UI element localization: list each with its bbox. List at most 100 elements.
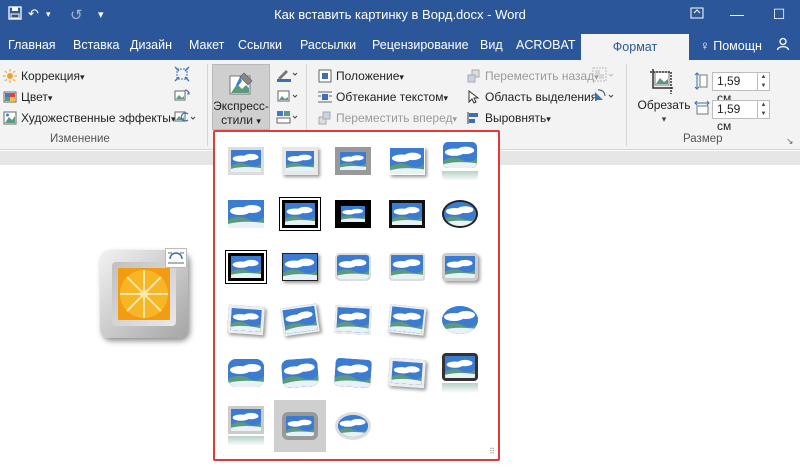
tab-format[interactable]: Формат xyxy=(581,34,689,60)
gallery-style-bevel-rectangle[interactable] xyxy=(434,294,486,346)
artistic-effects-icon xyxy=(3,111,17,125)
compress-pictures-icon[interactable] xyxy=(174,66,190,84)
lightbulb-icon: ♀ xyxy=(700,38,710,53)
gallery-style-drop-shadow-rectangle[interactable] xyxy=(381,135,433,187)
gallery-style-reflected-bevel-black[interactable] xyxy=(434,347,486,399)
bring-forward-label: Переместить вперед xyxy=(336,111,453,125)
tab-home[interactable]: Главная xyxy=(8,31,56,60)
gallery-style-rounded-diagonal-corner-white[interactable] xyxy=(327,241,379,293)
position-button[interactable]: Положение▾ xyxy=(318,67,404,85)
width-input[interactable]: 1,59 см xyxy=(712,100,758,133)
gallery-style-beveled-matte-white[interactable] xyxy=(274,135,326,187)
tab-design[interactable]: Дизайн xyxy=(130,31,172,60)
wrap-text-label: Обтекание текстом xyxy=(336,90,444,104)
group-objects-icon[interactable] xyxy=(592,67,616,85)
group-separator xyxy=(626,64,627,146)
gallery-style-center-shadow-rectangle[interactable] xyxy=(274,241,326,293)
style-thumbnail-icon xyxy=(387,304,426,336)
quick-styles-button[interactable]: Экспресс- стили ▾ xyxy=(212,64,270,130)
color-palette-icon xyxy=(3,90,17,104)
gallery-style-bevel-perspective-left-white[interactable] xyxy=(327,347,379,399)
gallery-style-relaxed-perspective-white[interactable] xyxy=(327,294,379,346)
tab-view[interactable]: Вид xyxy=(480,31,503,60)
wrap-text-icon xyxy=(318,90,332,104)
color-label: Цвет xyxy=(21,90,48,104)
width-spinner[interactable]: ▲ ▼ xyxy=(758,100,770,119)
gallery-style-reflected-perspective-right[interactable] xyxy=(274,347,326,399)
tab-layout[interactable]: Макет xyxy=(189,31,224,60)
gallery-style-soft-edge-rectangle[interactable] xyxy=(220,188,272,240)
style-thumbnail-icon xyxy=(442,253,478,281)
quick-styles-label-line2: стили ▾ xyxy=(213,113,269,128)
color-button[interactable]: Цвет▾ xyxy=(3,88,52,106)
gallery-style-reflected-bevel-white[interactable] xyxy=(381,347,433,399)
gallery-style-simple-frame-black[interactable] xyxy=(381,188,433,240)
chevron-down-icon: ▾ xyxy=(80,72,85,82)
tab-insert[interactable]: Вставка xyxy=(73,31,119,60)
gallery-style-reflected-rounded-rectangle-2[interactable] xyxy=(220,400,272,452)
gallery-style-simple-frame-white[interactable] xyxy=(220,135,272,187)
style-thumbnail-icon xyxy=(387,357,426,389)
align-button[interactable]: Выровнять▾ xyxy=(467,109,551,127)
tab-references[interactable]: Ссылки xyxy=(238,31,282,60)
gallery-style-soft-edge-oval[interactable] xyxy=(381,294,433,346)
ribbon-display-options-icon[interactable] xyxy=(678,0,716,31)
user-icon[interactable] xyxy=(776,31,790,60)
gallery-style-metal-frame[interactable] xyxy=(327,135,379,187)
selection-pane-button[interactable]: Область выделения xyxy=(467,88,597,106)
minimize-icon[interactable]: — xyxy=(718,0,756,31)
width-icon xyxy=(694,100,710,118)
chevron-down-icon: ▾ xyxy=(546,114,551,124)
picture-effects-icon[interactable] xyxy=(276,88,300,106)
gallery-style-moderate-frame-white[interactable] xyxy=(434,241,486,293)
correction-button[interactable]: Коррекция▾ xyxy=(3,67,85,85)
change-picture-icon[interactable] xyxy=(174,88,190,106)
maximize-icon[interactable]: ☐ xyxy=(760,0,798,31)
gallery-style-snip-diagonal-corner-white[interactable] xyxy=(381,241,433,293)
gallery-style-metal-oval[interactable] xyxy=(327,400,379,452)
help-label: Помощн xyxy=(713,39,762,53)
style-thumbnail-icon xyxy=(281,412,318,440)
group-label-size: Размер xyxy=(683,133,723,145)
style-thumbnail-icon xyxy=(228,200,264,228)
style-reflection xyxy=(228,436,264,446)
gallery-style-reflected-rounded-rectangle[interactable] xyxy=(434,135,486,187)
gallery-style-beveled-oval-black[interactable] xyxy=(434,188,486,240)
picture-frame xyxy=(112,262,176,326)
bring-forward-button[interactable]: Переместить вперед▾ xyxy=(318,109,457,127)
height-input[interactable]: 1,59 см xyxy=(712,72,758,105)
wrap-text-button[interactable]: Обтекание текстом▾ xyxy=(318,88,448,106)
layout-options-button[interactable] xyxy=(165,248,187,268)
gallery-style-perspective-shadow-white[interactable] xyxy=(274,294,326,346)
gallery-style-thick-matte-black[interactable] xyxy=(327,188,379,240)
quick-styles-icon xyxy=(213,65,269,99)
tab-review[interactable]: Рецензирование xyxy=(372,31,469,60)
tell-me-box[interactable]: ♀ Помощн xyxy=(700,31,762,60)
style-thumbnail-icon xyxy=(228,147,264,175)
quick-styles-label-line2-text: стили xyxy=(221,113,254,127)
picture-layout-icon[interactable] xyxy=(276,109,300,127)
gallery-style-metal-rounded-rectangle[interactable] xyxy=(273,400,326,452)
send-backward-button[interactable]: Переместить назад▾ xyxy=(467,67,599,85)
style-thumbnail-icon xyxy=(334,305,372,335)
reset-picture-icon[interactable] xyxy=(174,109,196,127)
crop-label: Обрезать xyxy=(637,98,691,112)
style-thumbnail-icon xyxy=(279,303,320,337)
crop-button[interactable]: Обрезать ▾ xyxy=(636,66,692,130)
height-spinner[interactable]: ▲ ▼ xyxy=(758,72,770,91)
rotate-objects-icon[interactable] xyxy=(592,88,616,106)
tab-mailings[interactable]: Рассылки xyxy=(300,31,356,60)
artistic-effects-button[interactable]: Художественные эффекты▾ xyxy=(3,109,175,127)
style-thumbnail-icon xyxy=(388,200,425,228)
style-thumbnail-icon xyxy=(442,353,478,381)
gallery-style-compound-frame-black[interactable] xyxy=(220,241,272,293)
gallery-style-double-frame-black[interactable] xyxy=(274,188,326,240)
gallery-style-rotated-white[interactable] xyxy=(220,294,272,346)
resize-grip-icon[interactable]: ⠿ xyxy=(489,447,495,456)
picture-border-icon[interactable] xyxy=(276,66,300,84)
style-thumbnail-icon xyxy=(335,253,371,281)
gallery-style-bevel-perspective[interactable] xyxy=(220,347,272,399)
send-backward-label: Переместить назад xyxy=(485,69,595,83)
size-dialog-launcher-icon[interactable]: ↘ xyxy=(786,132,794,150)
tab-acrobat[interactable]: ACROBAT xyxy=(516,31,576,60)
